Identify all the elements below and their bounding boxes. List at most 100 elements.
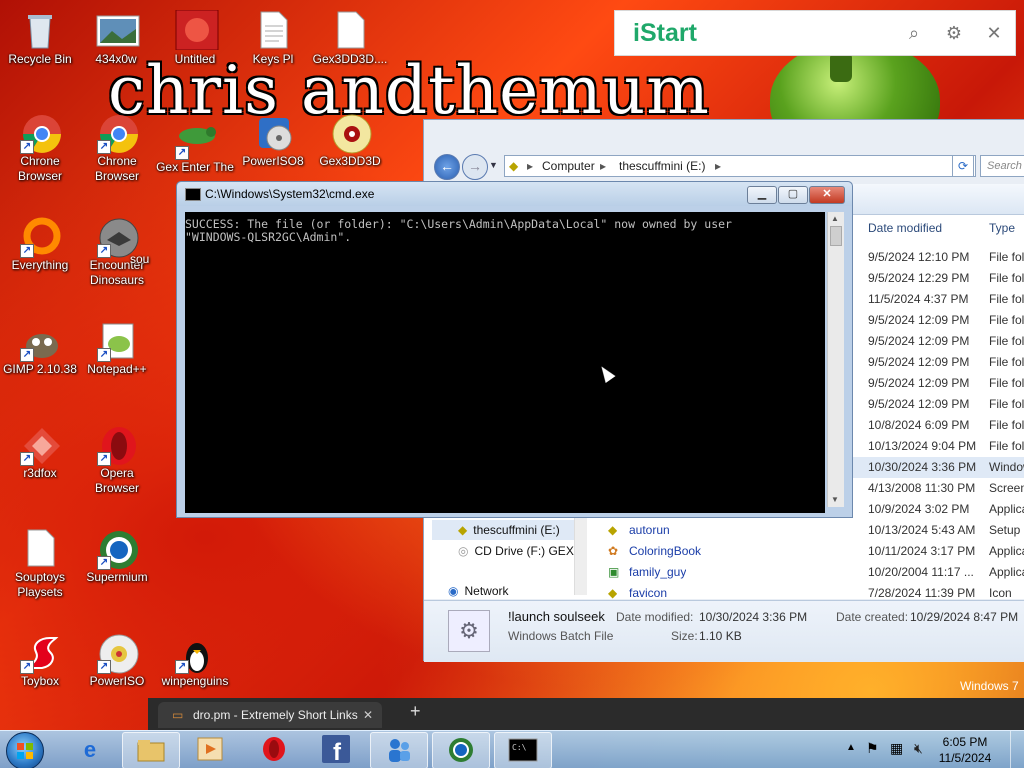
nav-scrollbar[interactable] (574, 515, 587, 595)
clock[interactable]: 6:05 PM 11/5/2024 (934, 734, 996, 766)
scroll-down-icon[interactable]: ▼ (831, 495, 839, 504)
desktop-icon-label: winpenguins (161, 674, 229, 688)
details-created-label: Date created: (836, 610, 909, 624)
desktop-icon-gex-enter-the[interactable]: ↗ Gex Enter The (155, 118, 235, 175)
gimp-icon: ↗ (20, 320, 60, 362)
disc-icon: ↗ (97, 632, 139, 674)
file-name: autorun (629, 523, 670, 537)
desktop-icon-untitled[interactable]: Untitled (155, 9, 235, 67)
cmd-output[interactable]: SUCCESS: The file (or folder): "C:\Users… (185, 212, 825, 513)
close-button[interactable]: ✕ (809, 186, 845, 204)
address-bar[interactable]: ◆ ▸ Computer ▸ thescuffmini (E:) ▸ ▼ (504, 155, 976, 177)
desktop-icon-recycle-bin[interactable]: Recycle Bin (0, 10, 80, 67)
taskbar-facebook-icon[interactable]: f (308, 732, 364, 767)
network-tray-icon[interactable]: ▦ (890, 740, 903, 757)
file-date: 10/13/2024 9:04 PM (868, 439, 977, 453)
taskbar-opera-icon[interactable] (246, 732, 302, 767)
breadcrumb-drive[interactable]: thescuffmini (E:) (619, 156, 705, 176)
desktop-icon-gex3dd3d-file[interactable]: Gex3DD3D.... (310, 10, 390, 67)
forward-arrow-icon[interactable]: → (462, 154, 488, 180)
file-name: ColoringBook (629, 544, 702, 558)
file-date: 9/5/2024 12:09 PM (868, 313, 970, 327)
cmd-titlebar[interactable]: C:\Windows\System32\cmd.exe ▁ ▢ ✕ (177, 182, 852, 206)
desktop-icon-winpenguins[interactable]: ↗ winpenguins (155, 632, 235, 689)
new-tab-button[interactable]: + (410, 701, 421, 722)
shortcut-arrow-icon: ↗ (20, 660, 34, 674)
toybox-icon: ↗ (20, 632, 60, 674)
tab-close-icon[interactable]: ✕ (363, 702, 373, 728)
recent-pages-chevron-icon[interactable]: ▼ (489, 160, 498, 170)
action-center-flag-icon[interactable]: ⚑ (866, 740, 879, 757)
desktop-icon-chrone-browser-1[interactable]: ↗ Chrone Browser (0, 112, 80, 184)
desktop-icon-434x0w[interactable]: 434x0w (76, 10, 156, 67)
browser-tab-strip: ▭ dro.pm - Extremely Short Links ✕ + (148, 698, 1024, 730)
desktop-icon-notepadpp[interactable]: ↗ Notepad++ (77, 320, 157, 377)
column-header-type[interactable]: Type (989, 217, 1015, 239)
taskbar-explorer-icon[interactable] (122, 732, 180, 768)
taskbar-people-icon[interactable] (370, 732, 428, 768)
svg-text:f: f (333, 739, 342, 764)
desktop-icon-chrone-browser-2[interactable]: ↗ Chrone Browser (77, 112, 157, 184)
desktop-icon-r3dfox[interactable]: ↗ r3dfox (0, 424, 80, 481)
taskbar-supermium-icon[interactable] (432, 732, 490, 768)
nav-item-network[interactable]: ◉ Network (432, 581, 592, 601)
blank-file-icon (20, 528, 60, 568)
taskbar-media-player-icon[interactable] (182, 732, 238, 767)
image-icon (175, 9, 219, 51)
taskbar: e f C:\ ▲ ⚑ ▦ 🔇︎ 6:05 PM 11/5/2024 (0, 730, 1024, 768)
desktop-icon-supermium[interactable]: ↗ Supermium (77, 528, 157, 585)
desktop-icon-souptoys[interactable]: Souptoys Playsets (0, 528, 80, 600)
shortcut-arrow-icon: ↗ (20, 140, 34, 154)
shortcut-arrow-icon: ↗ (20, 452, 34, 466)
coloring-app-icon: ✿ (608, 544, 619, 558)
desktop-icon-label: sou (130, 252, 150, 266)
desktop-icon-opera[interactable]: ↗ Opera Browser (77, 424, 157, 496)
breadcrumb-computer[interactable]: Computer (542, 156, 595, 176)
desktop-icon-poweriso[interactable]: ↗ PowerISO (77, 632, 157, 689)
file-type: File fold (989, 397, 1024, 411)
refresh-icon[interactable]: ⟳ (952, 155, 974, 177)
browser-tab[interactable]: ▭ dro.pm - Extremely Short Links ✕ (158, 702, 382, 728)
file-type: File fold (989, 439, 1024, 453)
scroll-thumb[interactable] (830, 226, 842, 246)
system-tray: ▲ ⚑ ▦ 🔇︎ 6:05 PM 11/5/2024 (840, 731, 1024, 768)
volume-muted-icon[interactable]: 🔇︎ (914, 740, 923, 757)
file-type: Window (989, 460, 1024, 474)
desktop-icon-keys-pl[interactable]: Keys Pl (233, 10, 313, 67)
desktop-icon-gimp[interactable]: ↗ GIMP 2.10.38 (0, 320, 80, 377)
desktop-icon-label: Opera Browser (94, 466, 139, 495)
desktop-icon-poweriso8[interactable]: PowerISO8 (233, 112, 313, 169)
gear-icon[interactable]: ⚙ (942, 21, 966, 45)
nav-item-cd-drive[interactable]: ◎ CD Drive (F:) GEX (432, 541, 592, 561)
details-modified-label: Date modified: (616, 610, 694, 624)
details-created: 10/29/2024 8:47 PM (910, 610, 1019, 624)
breadcrumb-separator-icon: ▸ (527, 159, 534, 173)
setup-file-icon: ◆ (608, 523, 618, 537)
file-row[interactable]: ▣ family_guy 10/20/2004 11:17 ... Applica (424, 562, 1024, 583)
taskbar-internet-explorer-icon[interactable]: e (62, 732, 118, 767)
search-icon[interactable]: ⌕ (902, 21, 926, 45)
details-filename: !launch soulseek (508, 609, 605, 624)
tab-favicon-icon: ▭ (172, 708, 184, 722)
cmd-scrollbar[interactable]: ▲ ▼ (827, 212, 844, 507)
shortcut-arrow-icon: ↗ (97, 452, 111, 466)
desktop-icon-toybox[interactable]: ↗ Toybox (0, 632, 80, 689)
desktop-icon-label: Notepad++ (87, 362, 147, 376)
taskbar-cmd-icon[interactable]: C:\ (494, 732, 552, 768)
desktop-icon-gex3dd3d-disc[interactable]: Gex3DD3D (310, 112, 390, 169)
back-arrow-icon[interactable]: ← (434, 154, 460, 180)
desktop-icon-sou[interactable]: sou (130, 252, 170, 267)
start-button[interactable] (6, 732, 44, 768)
file-date: 10/11/2024 3:17 PM (868, 544, 976, 558)
search-input[interactable]: Search th (980, 155, 1024, 177)
maximize-button[interactable]: ▢ (778, 186, 808, 204)
cmd-title: C:\Windows\System32\cmd.exe (205, 187, 375, 201)
minimize-button[interactable]: ▁ (747, 186, 777, 204)
column-header-date-modified[interactable]: Date modified (868, 217, 942, 239)
close-icon[interactable]: ✕ (982, 21, 1006, 45)
desktop-icon-everything[interactable]: ↗ Everything (0, 216, 80, 273)
show-desktop-button[interactable] (1010, 731, 1024, 768)
show-hidden-icons-icon[interactable]: ▲ (846, 742, 856, 753)
scroll-up-icon[interactable]: ▲ (831, 214, 839, 223)
nav-item-thescuffmini[interactable]: ◆ thescuffmini (E:) (432, 520, 577, 540)
